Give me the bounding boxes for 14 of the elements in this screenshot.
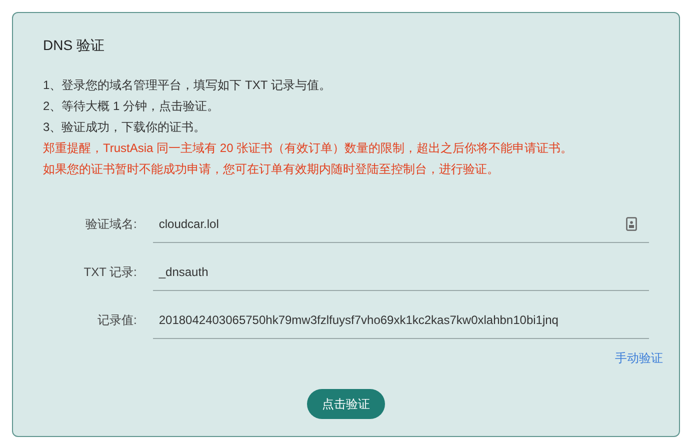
field-label: 验证域名: bbox=[84, 216, 137, 232]
instruction-text: 3、验证成功，下载你的证书。 bbox=[43, 119, 207, 136]
field-label: TXT 记录: bbox=[82, 264, 137, 280]
instruction-text: 1、登录您的域名管理平台，填写如下 TXT 记录与值。 bbox=[43, 77, 332, 94]
panel-title: DNS 验证 bbox=[43, 36, 106, 55]
instruction-text: 2、等待大概 1 分钟，点击验证。 bbox=[43, 98, 220, 115]
verify-button[interactable]: 点击验证 bbox=[307, 389, 385, 419]
contact-card-icon[interactable] bbox=[626, 216, 637, 230]
input-field[interactable]: 2018042403065750hk79mw3fzlfuysf7vho69xk1kc2kas7kw0xlahbn10bi1jnq bbox=[152, 302, 649, 338]
field-label: 记录值: bbox=[96, 312, 137, 328]
warning-text: 郑重提醒，TrustAsia 同一主域有 20 张证书（有效订单）数量的限制，超出之后你将不能申请证书。 bbox=[43, 140, 574, 157]
warning-text: 如果您的证书暂时不能成功申请，您可在订单有效期内随时登陆至控制台，进行验证。 bbox=[43, 161, 500, 178]
input-field[interactable]: cloudcar.lol bbox=[152, 206, 649, 242]
input-field[interactable]: _dnsauth bbox=[152, 254, 649, 290]
